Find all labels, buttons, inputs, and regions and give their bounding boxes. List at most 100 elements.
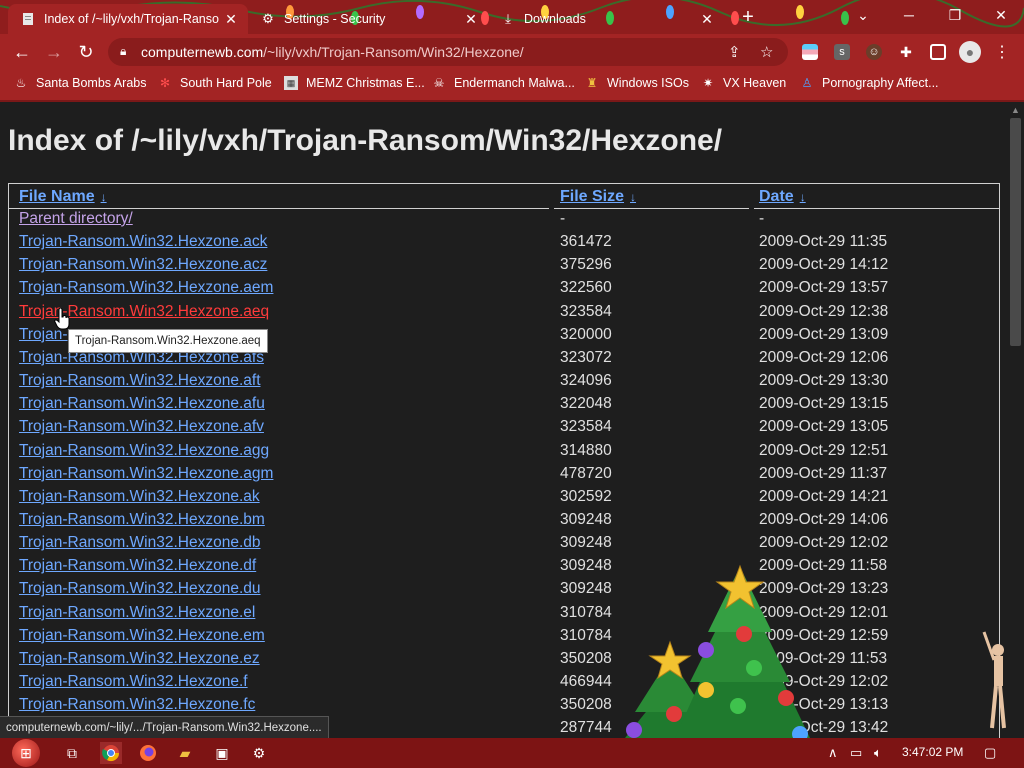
bookmark-santa-bombs-arabs[interactable]: ♨ Santa Bombs Arabs bbox=[14, 76, 147, 90]
file-link[interactable]: Trojan-Ransom.Win32.Hexzone.df bbox=[19, 557, 256, 575]
parent-directory-link[interactable]: Parent directory/ bbox=[19, 210, 133, 228]
bookmark-endermanch-malware[interactable]: ☠ Endermanch Malwa... bbox=[432, 76, 575, 90]
puzzle-extensions-icon[interactable]: ✚ bbox=[898, 44, 914, 60]
lock-icon[interactable]: 🔒︎ bbox=[120, 44, 126, 59]
address-bar[interactable]: 🔒︎ computernewb.com/~lily/vxh/Trojan-Ran… bbox=[108, 38, 788, 66]
start-orb-icon[interactable]: ⊞ bbox=[12, 739, 40, 767]
table-row: Trojan-Ransom.Win32.Hexzone.acz 375296 200… bbox=[9, 256, 999, 279]
close-icon[interactable]: ✕ bbox=[462, 11, 480, 28]
file-size: 309248 bbox=[560, 510, 612, 528]
close-icon[interactable]: ✕ bbox=[222, 11, 240, 28]
tab-index-of[interactable]: Index of /~lily/vxh/Trojan-Ranso ✕ bbox=[8, 4, 248, 34]
file-explorer-icon[interactable]: ▰ bbox=[174, 742, 196, 764]
file-link[interactable]: Trojan-Ransom.Win32.Hexzone.agm bbox=[19, 465, 273, 483]
file-link[interactable]: Trojan-Ransom.Win32.Hexzone.f bbox=[19, 673, 248, 691]
table-row: Trojan-Ransom.Win32.Hexzone.el 310784 2009… bbox=[9, 604, 999, 627]
settings-gear-icon[interactable]: ⚙ bbox=[248, 742, 270, 764]
image-viewer-icon[interactable]: ▣ bbox=[211, 742, 233, 764]
file-link[interactable]: Trojan-Ransom.Win32.Hexzone.du bbox=[19, 580, 261, 598]
column-header-label: Date bbox=[759, 188, 794, 205]
bookmark-memz-christmas[interactable]: ▦ MEMZ Christmas E... bbox=[284, 76, 425, 90]
forward-arrow-icon[interactable]: → bbox=[43, 41, 65, 63]
file-link[interactable]: Trojan-Ransom.Win32.Hexzone.fc bbox=[19, 696, 255, 714]
share-icon[interactable]: ⇪ bbox=[728, 43, 741, 61]
task-view-icon[interactable]: ⧉ bbox=[61, 742, 83, 764]
reload-icon[interactable]: ↻ bbox=[75, 41, 97, 63]
file-link[interactable]: Trojan-Ransom.Win32.Hexzone.acz bbox=[19, 256, 267, 274]
restore-button[interactable]: ❐ bbox=[932, 0, 978, 30]
back-arrow-icon[interactable]: ← bbox=[11, 41, 33, 63]
sort-arrow-icon: ↓ bbox=[799, 190, 806, 204]
file-date: 2009-Oct-29 13:05 bbox=[759, 418, 889, 436]
profile-avatar-icon[interactable]: ● bbox=[959, 41, 981, 63]
new-tab-button[interactable]: + bbox=[737, 7, 759, 29]
file-size: 324096 bbox=[560, 372, 612, 390]
tab-strip: Index of /~lily/vxh/Trojan-Ranso ✕ ⚙ Set… bbox=[0, 0, 1024, 34]
taskbar-clock[interactable]: 3:47:02 PM bbox=[902, 745, 963, 759]
table-row: Trojan-Ransom.Win32.Hexzone.ack 361472 200… bbox=[9, 233, 999, 256]
chrome-icon[interactable] bbox=[100, 742, 122, 764]
file-link[interactable]: Trojan-Ransom.Win32.Hexzone.db bbox=[19, 534, 261, 552]
file-date: 2009-Oct-29 13:15 bbox=[759, 395, 889, 413]
file-link[interactable]: Trojan-Ransom.Win32.Hexzone.el bbox=[19, 604, 255, 622]
column-header-file-size[interactable]: File Size ↓ bbox=[560, 188, 636, 206]
s-extension-icon[interactable]: s bbox=[834, 44, 850, 60]
column-header-file-name[interactable]: File Name ↓ bbox=[19, 188, 107, 206]
table-row: Trojan-Ransom.Win32.Hexzone.agg 314880 200… bbox=[9, 442, 999, 465]
file-link[interactable]: Trojan-Ransom.Win32.Hexzone.aem bbox=[19, 279, 273, 297]
file-size: 361472 bbox=[560, 233, 612, 251]
file-size: 309248 bbox=[560, 557, 612, 575]
file-size: 323584 bbox=[560, 418, 612, 436]
bookmark-south-hard-pole[interactable]: ✻ South Hard Pole bbox=[158, 76, 272, 90]
file-listing-table: File Name ↓ File Size ↓ Date ↓ Parent direc… bbox=[8, 183, 1000, 738]
column-header-date[interactable]: Date ↓ bbox=[759, 188, 806, 206]
file-link[interactable]: Trojan-Ransom.Win32.Hexzone.afu bbox=[19, 395, 265, 413]
file-link[interactable]: Trojan-Ransom.Win32.Hexzone.agg bbox=[19, 442, 269, 460]
bookmark-vx-heaven[interactable]: ✷ VX Heaven bbox=[701, 76, 786, 90]
file-date: 2009-Oct-29 14:12 bbox=[759, 256, 889, 274]
bookmark-windows-isos[interactable]: ♜ Windows ISOs bbox=[585, 76, 689, 90]
network-icon[interactable]: ▭ bbox=[850, 745, 862, 761]
file-date: - bbox=[759, 210, 765, 227]
firefox-icon[interactable] bbox=[137, 742, 159, 764]
file-date: 2009-Oct-29 14:21 bbox=[759, 487, 889, 505]
link-tooltip: Trojan-Ransom.Win32.Hexzone.aeq bbox=[68, 329, 268, 353]
file-link[interactable]: Trojan-Ransom.Win32.Hexzone.ez bbox=[19, 650, 260, 668]
menu-kebab-icon[interactable]: ⋮ bbox=[994, 44, 1010, 61]
tab-downloads[interactable]: ⤓ Downloads ✕ bbox=[488, 4, 724, 34]
file-link[interactable]: Trojan-Ransom.Win32.Hexzone.aft bbox=[19, 372, 261, 390]
close-icon[interactable]: ✕ bbox=[698, 11, 716, 28]
url-text[interactable]: computernewb.com/~lily/vxh/Trojan-Ransom… bbox=[141, 44, 524, 60]
side-panel-icon[interactable] bbox=[930, 44, 946, 60]
browser-toolbar: ← → ↻ 🔒︎ computernewb.com/~lily/vxh/Troj… bbox=[0, 34, 1024, 70]
volume-icon[interactable]: 🔈︎ bbox=[874, 745, 882, 761]
file-link[interactable]: Trojan-Ransom.Win32.Hexzone.ak bbox=[19, 488, 260, 506]
page-icon: ▦ bbox=[284, 76, 298, 90]
file-link[interactable]: Trojan-Ransom.Win32.Hexzone.afv bbox=[19, 418, 264, 436]
table-row: Trojan-Ransom.Win32.Hexzone.du 309248 2009… bbox=[9, 580, 999, 603]
flag-extension-icon[interactable] bbox=[802, 44, 818, 60]
tab-search-chevron-icon[interactable]: ⌄ bbox=[840, 0, 886, 30]
scroll-up-arrow-icon[interactable]: ▲ bbox=[1011, 105, 1020, 115]
page-title: Index of /~lily/vxh/Trojan-Ransom/Win32/… bbox=[8, 124, 723, 157]
file-link[interactable]: Trojan-Ransom.Win32.Hexzone.em bbox=[19, 627, 265, 645]
file-date: 2009-Oct-29 11:35 bbox=[759, 233, 888, 251]
skull-icon: ☠ bbox=[433, 76, 445, 90]
tray-chevron-up-icon[interactable]: ∧ bbox=[828, 745, 838, 761]
profile-extension-icon[interactable]: ☺ bbox=[866, 44, 882, 60]
file-link[interactable]: Trojan-Ransom.Win32.Hexzone.ack bbox=[19, 233, 267, 251]
download-icon: ⤓ bbox=[505, 11, 511, 26]
file-size: 323072 bbox=[560, 348, 612, 366]
scrollbar-thumb[interactable] bbox=[1010, 118, 1021, 346]
close-window-button[interactable]: ✕ bbox=[978, 0, 1024, 30]
file-link[interactable]: Trojan-Ransom.Win32.Hexzone.bm bbox=[19, 511, 265, 529]
bookmark-label: South Hard Pole bbox=[180, 76, 272, 90]
star-icon[interactable]: ☆ bbox=[760, 43, 773, 61]
tab-settings-security[interactable]: ⚙ Settings - Security ✕ bbox=[248, 4, 488, 34]
hand-cursor-icon bbox=[54, 308, 70, 330]
notification-icon[interactable]: ▢ bbox=[984, 745, 996, 761]
vertical-scrollbar[interactable]: ▲ bbox=[1007, 102, 1024, 738]
table-row: Trojan-Ransom.Win32.Hexzone.aeq 323584 200… bbox=[9, 303, 999, 326]
minimize-button[interactable]: ─ bbox=[886, 0, 932, 30]
bookmark-pornography-affect[interactable]: ♙ Pornography Affect... bbox=[800, 76, 939, 90]
